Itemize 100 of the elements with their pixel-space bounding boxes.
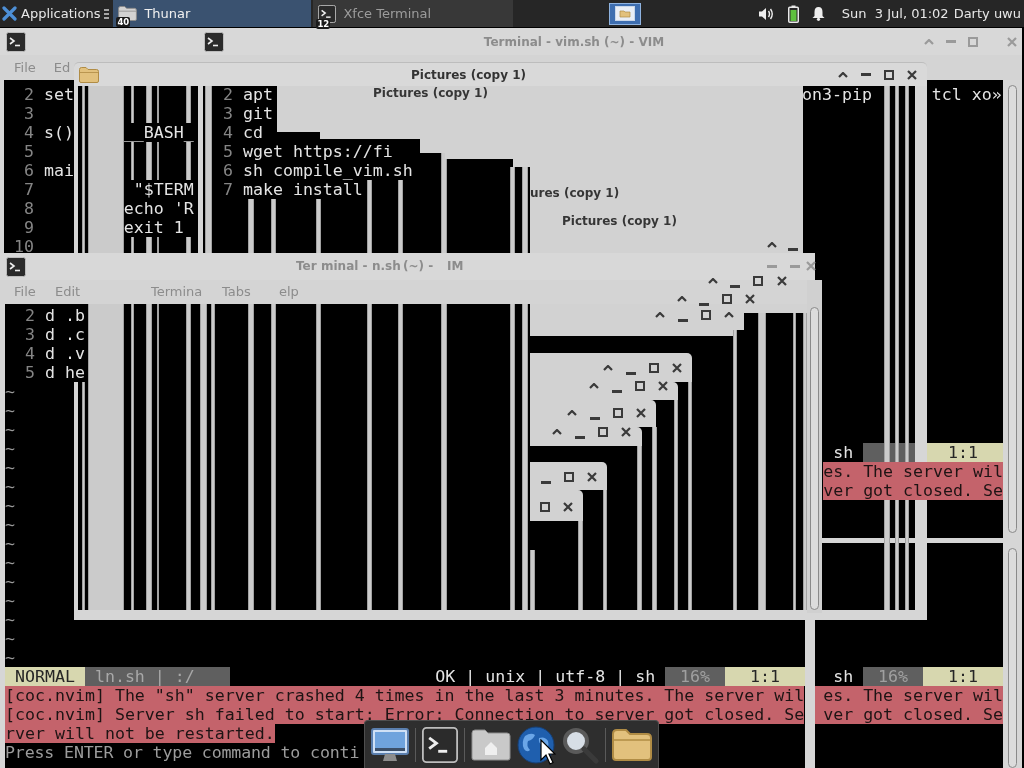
- glitch-stripe: [157, 142, 159, 180]
- search-icon[interactable]: [561, 725, 599, 764]
- terminal-icon: [6, 256, 26, 277]
- caret-icon: [655, 312, 665, 318]
- menu-item[interactable]: File: [14, 60, 36, 75]
- error-message: rver will not be restarted.: [5, 724, 275, 743]
- code-text: git: [242, 104, 273, 123]
- close-icon: [636, 408, 646, 418]
- battery-icon[interactable]: [787, 4, 799, 23]
- glitch-stripe: [131, 142, 134, 180]
- bell-icon[interactable]: [811, 6, 825, 21]
- maximize-icon: [753, 276, 763, 286]
- home-folder-icon[interactable]: [471, 728, 511, 761]
- scrollbar-thumb[interactable]: [1008, 548, 1017, 768]
- caret-icon: [589, 383, 599, 389]
- empty-line-marker: ~: [5, 591, 15, 610]
- minimize-icon: [575, 435, 585, 439]
- terminal-icon: [204, 31, 224, 52]
- close-icon: [563, 502, 573, 512]
- minimize-icon: [590, 416, 600, 420]
- code-text: mai: [43, 161, 74, 180]
- window-title: Pictures (copy 1): [410, 67, 527, 82]
- empty-line-marker: ~: [5, 458, 15, 477]
- window-title: Pictures (copy 1): [562, 214, 677, 229]
- menu-item[interactable]: elp: [279, 284, 299, 300]
- monitor-icon[interactable]: [371, 727, 409, 762]
- close-icon: [745, 294, 755, 304]
- error-message: [coc.nvim] Server sh failed to start: Error: Connection to server got closed. Se: [5, 705, 805, 724]
- code-text: "$TERM: [133, 180, 194, 199]
- code-text: sh compile_vim.sh: [242, 161, 413, 180]
- line-number: 6: [222, 161, 233, 180]
- line-number: 9: [23, 218, 34, 237]
- line-number: 4: [222, 123, 233, 142]
- glitch-stripe: [131, 86, 134, 123]
- menu-item[interactable]: Edit: [55, 284, 81, 300]
- clock[interactable]: Sun 3 Jul, 01:02: [841, 6, 949, 21]
- close-icon: [658, 381, 668, 391]
- window-count-badge: 12: [316, 18, 331, 29]
- line-number: 6: [23, 161, 34, 180]
- line-number: 3: [23, 104, 34, 123]
- workspace-switcher[interactable]: [609, 2, 642, 25]
- empty-line-marker: ~: [5, 534, 15, 553]
- code-text: make install: [242, 180, 363, 199]
- caret-icon[interactable]: [838, 71, 848, 78]
- code-text: exit 1: [123, 218, 184, 237]
- empty-line-marker: ~: [5, 496, 15, 515]
- scrollbar-thumb[interactable]: [1008, 85, 1017, 533]
- maximize-icon: [722, 294, 732, 304]
- file-type: sh: [833, 667, 854, 686]
- terminal-icon[interactable]: [422, 726, 458, 763]
- cursor-position: 1:1: [725, 667, 805, 686]
- caret-icon: [603, 365, 613, 371]
- window-title: Pictures (copy 1): [373, 86, 488, 101]
- empty-line-marker: ~: [5, 610, 15, 629]
- code-text: s(): [43, 123, 74, 142]
- code-text: __BASH_: [123, 123, 194, 142]
- close-icon: [621, 427, 631, 437]
- line-number: 10: [13, 237, 34, 256]
- glitch-stripe: [186, 142, 191, 180]
- line-number: 5: [222, 142, 233, 161]
- taskbar-button[interactable]: 40 Thunar: [113, 0, 312, 27]
- line-number: 8: [23, 199, 34, 218]
- maximize-icon: [564, 472, 574, 482]
- folder-icon[interactable]: [612, 728, 652, 761]
- close-icon: [777, 276, 787, 286]
- error-message: [coc.nvim] The "sh" server crashed 4 times in the last 3 minutes. The server wil: [5, 686, 805, 705]
- empty-line-marker: ~: [5, 401, 15, 420]
- error-message: ver got closed. Se: [815, 705, 1003, 724]
- caret-icon: [552, 429, 562, 435]
- empty-line-marker: ~: [5, 553, 15, 572]
- error-message: es. The server wil: [823, 462, 1003, 481]
- close-icon[interactable]: [907, 69, 917, 80]
- menu-item[interactable]: Ed: [53, 60, 71, 75]
- close-icon: [587, 472, 597, 482]
- empty-line-marker: ~: [5, 477, 15, 496]
- taskbar-button[interactable]: 12 Xfce Terminal: [313, 0, 514, 27]
- empty-line-marker: ~: [5, 572, 15, 591]
- maximize-icon[interactable]: [884, 69, 894, 80]
- window-title: (~) -: [403, 259, 434, 274]
- code-text: apt: [242, 85, 273, 104]
- minimize-icon: [788, 247, 798, 251]
- code-text: wget https://fi: [242, 142, 393, 161]
- glitch-stripe: [146, 86, 152, 123]
- menu-item[interactable]: Tabs: [222, 284, 251, 300]
- user-name[interactable]: Darty uwu: [953, 6, 1021, 21]
- line-number: 3: [222, 104, 233, 123]
- maximize-icon: [701, 310, 711, 320]
- command-prompt: Press ENTER or type command to conti: [5, 743, 360, 762]
- window-thumbnail-icon: [615, 6, 636, 21]
- close-icon: [806, 261, 816, 271]
- empty-line-marker: ~: [5, 439, 15, 458]
- volume-icon[interactable]: [757, 5, 774, 22]
- empty-line-marker: ~: [5, 629, 15, 648]
- line-number: 5: [23, 142, 34, 161]
- menu-item[interactable]: Termina: [151, 284, 203, 300]
- error-message: ver got closed. Se: [823, 481, 1003, 500]
- line-number: 3: [24, 325, 35, 344]
- window-count-badge: 40: [116, 17, 131, 27]
- applications-menu[interactable]: Applications: [0, 0, 112, 27]
- menu-item[interactable]: File: [14, 284, 36, 300]
